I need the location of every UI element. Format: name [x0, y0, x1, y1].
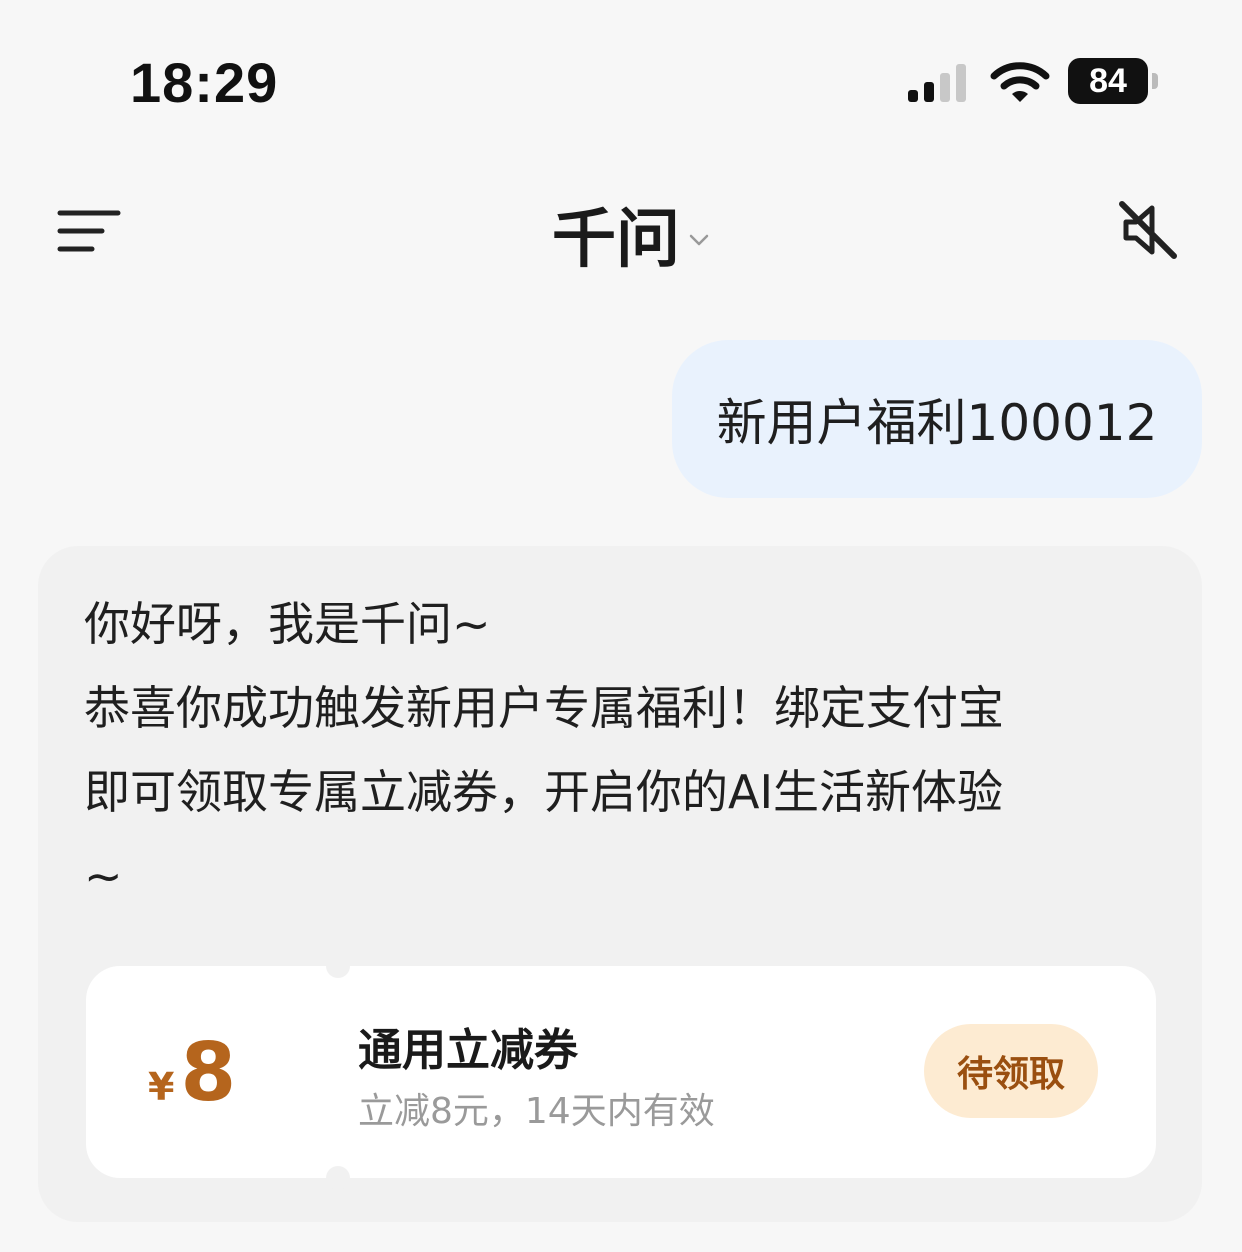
- signal-icon: [908, 64, 966, 102]
- chevron-down-icon: [689, 234, 709, 246]
- mute-icon[interactable]: [1116, 198, 1180, 262]
- coupon-currency: ¥: [148, 1065, 175, 1109]
- status-time: 18:29: [130, 51, 279, 114]
- coupon-amount: ¥8: [148, 1026, 236, 1119]
- coupon-description: 立减8元，14天内有效: [358, 1091, 715, 1132]
- coupon-notch-top: [326, 954, 350, 978]
- model-selector[interactable]: 千问: [532, 188, 710, 280]
- battery-icon: 84: [1068, 58, 1160, 106]
- wifi-icon: [990, 62, 1050, 102]
- battery-level: 84: [1089, 62, 1127, 100]
- coupon-title: 通用立减券: [358, 1025, 578, 1076]
- top-nav-bar: 千问: [0, 160, 1242, 300]
- user-message-text: 新用户福利100012: [716, 394, 1158, 452]
- coupon-card: ¥8 通用立减券 立减8元，14天内有效 待领取: [86, 954, 1156, 1190]
- coupon-notch-bottom: [326, 1166, 350, 1190]
- claim-coupon-button[interactable]: 待领取: [924, 1024, 1098, 1118]
- ai-message-card: 你好呀，我是千问~ 恭喜你成功触发新用户专属福利！绑定支付宝 即可领取专属立减券…: [38, 546, 1202, 1222]
- user-message-bubble: 新用户福利100012: [672, 340, 1202, 498]
- coupon-value: 8: [180, 1026, 237, 1119]
- page-title: 千问: [552, 203, 680, 277]
- ai-message-text: 你好呀，我是千问~ 恭喜你成功触发新用户专属福利！绑定支付宝 即可领取专属立减券…: [84, 597, 1004, 903]
- status-bar: 18:29 84: [0, 0, 1242, 160]
